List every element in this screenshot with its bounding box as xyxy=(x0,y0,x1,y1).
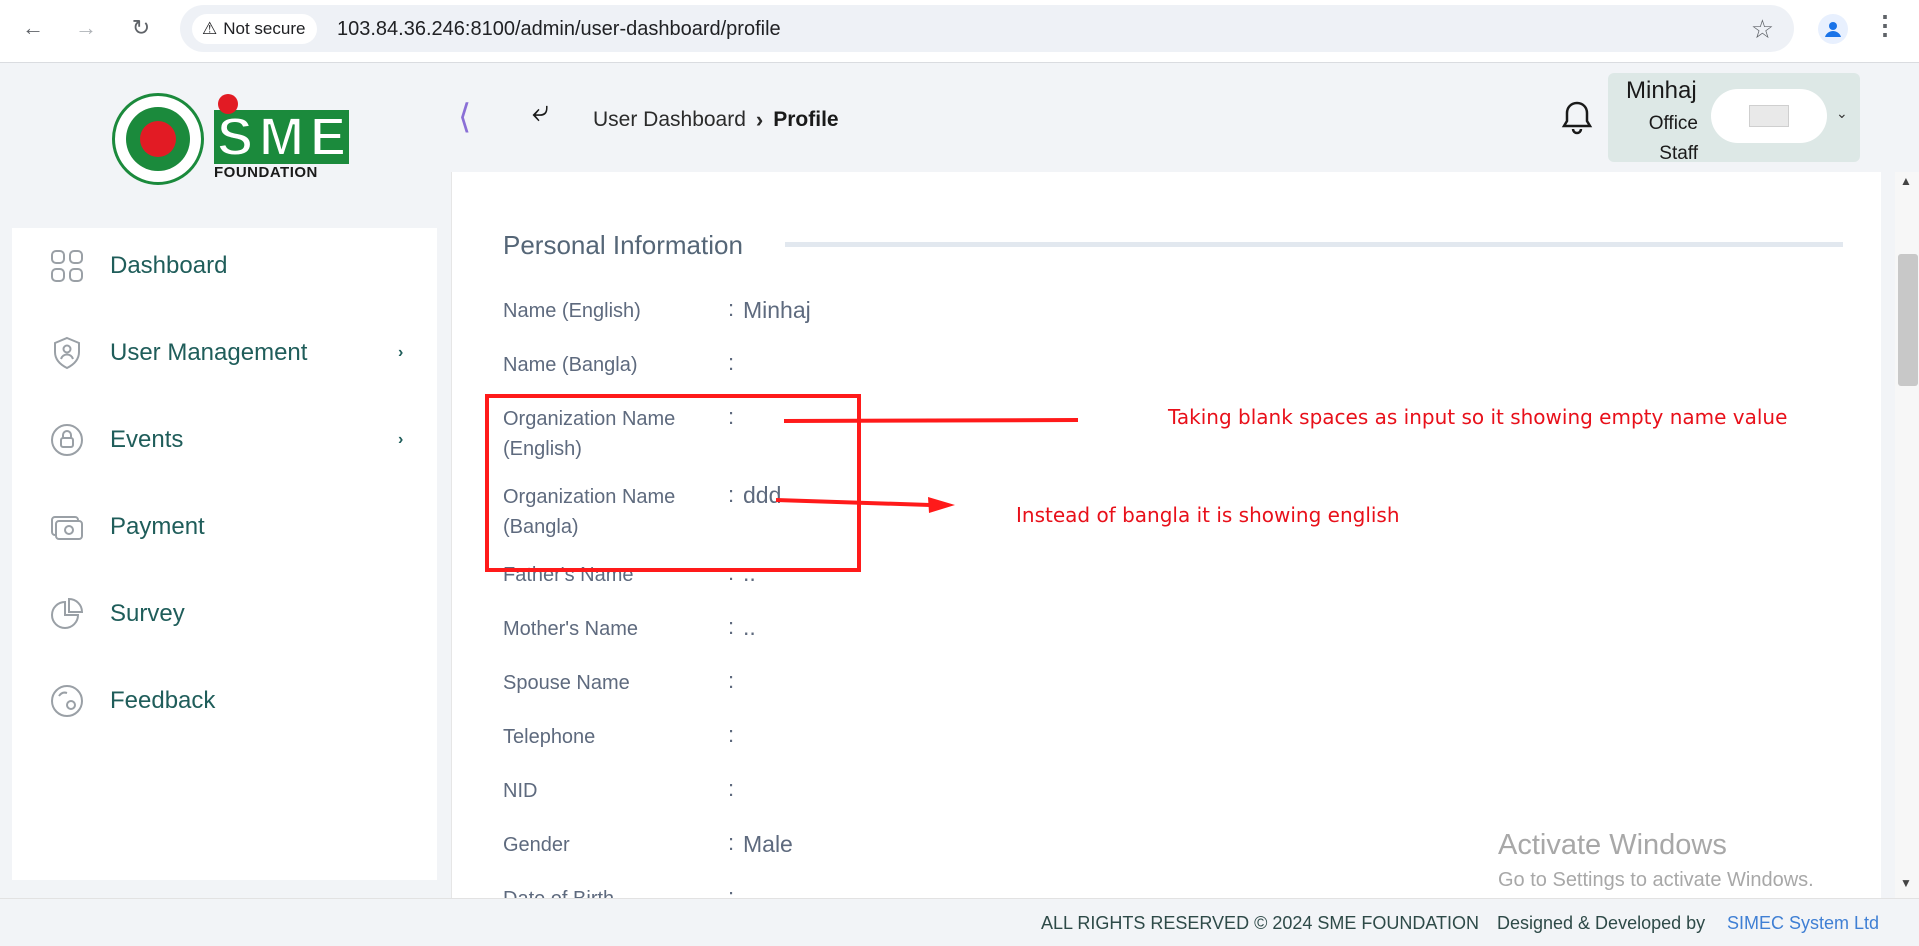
chevron-right-icon: › xyxy=(398,344,404,361)
sidebar-item-label: Feedback xyxy=(110,687,216,714)
scroll-up-arrow-icon[interactable]: ▲ xyxy=(1900,174,1912,188)
activate-windows-title: Activate Windows xyxy=(1498,829,1727,861)
lock-circle-icon xyxy=(50,423,84,457)
sidebar-item-label: Survey xyxy=(110,600,185,627)
warning-triangle-icon: ⚠ xyxy=(202,19,218,38)
shield-user-icon xyxy=(50,336,84,370)
info-separator: : xyxy=(728,350,735,375)
user-role-line1: Office xyxy=(1648,113,1698,134)
info-separator: : xyxy=(728,296,735,321)
security-label: Not secure xyxy=(223,19,306,38)
brand-letter-s: S xyxy=(214,109,257,165)
annotation-note-blank: Taking blank spaces as input so it showi… xyxy=(1168,405,1788,429)
info-value: .. xyxy=(743,614,756,640)
money-icon xyxy=(50,510,84,544)
info-value: Male xyxy=(743,831,793,857)
info-label: Mother's Name xyxy=(503,618,638,640)
info-separator: : xyxy=(728,884,735,898)
footer-copyright: ALL RIGHTS RESERVED © 2024 SME FOUNDATIO… xyxy=(1041,913,1480,933)
brand-letter-e: E xyxy=(307,109,350,165)
footer: ALL RIGHTS RESERVED © 2024 SME FOUNDATIO… xyxy=(0,898,1919,946)
info-label: Gender xyxy=(503,834,570,856)
app-header: S M E FOUNDATION ⟨ ⤶ User Dashboard › Pr… xyxy=(0,63,1919,185)
chevron-down-icon[interactable]: ⌄ xyxy=(1836,105,1848,122)
scrollbar-thumb[interactable] xyxy=(1898,254,1918,386)
bookmark-star-icon[interactable]: ☆ xyxy=(1751,14,1774,45)
grid-icon xyxy=(50,249,84,283)
section-divider xyxy=(785,242,1843,247)
url-text[interactable]: 103.84.36.246:8100/admin/user-dashboard/… xyxy=(337,18,781,41)
info-value: Minhaj xyxy=(743,297,811,323)
info-label: Date of Birth xyxy=(503,884,703,898)
notification-bell-icon[interactable] xyxy=(1561,100,1593,141)
footer-designed-by: Designed & Developed by xyxy=(1497,913,1706,933)
breadcrumb-profile: Profile xyxy=(773,108,839,131)
sidebar-item-events[interactable]: Events › xyxy=(12,410,437,470)
forward-arrow-icon[interactable]: → xyxy=(70,12,102,44)
info-separator: : xyxy=(728,614,735,639)
activate-windows-subtitle: Go to Settings to activate Windows. xyxy=(1498,869,1814,891)
undo-back-icon[interactable]: ⤶ xyxy=(532,95,549,129)
footer-company-link[interactable]: SIMEC System Ltd xyxy=(1727,913,1879,934)
info-label: NID xyxy=(503,780,538,802)
browser-toolbar: ← → ↻ ⚠ Not secure 103.84.36.246:8100/ad… xyxy=(0,0,1919,63)
feedback-icon xyxy=(50,684,84,718)
user-role-line2: Staff xyxy=(1659,143,1698,164)
section-title: Personal Information xyxy=(503,230,743,260)
breadcrumb-user-dashboard[interactable]: User Dashboard xyxy=(593,108,746,132)
logo[interactable]: S M E FOUNDATION xyxy=(112,93,350,185)
user-role: Office Staff xyxy=(1624,109,1698,169)
browser-profile-icon[interactable] xyxy=(1818,14,1848,44)
scroll-down-arrow-icon[interactable]: ▼ xyxy=(1900,876,1912,890)
chevron-right-icon: › xyxy=(398,431,404,448)
info-label: Telephone xyxy=(503,726,596,748)
sidebar-item-dashboard[interactable]: Dashboard xyxy=(12,236,437,296)
info-separator: : xyxy=(728,830,735,855)
info-label: Name (Bangla) xyxy=(503,354,638,376)
sme-foundation-logo: S M E FOUNDATION xyxy=(214,93,350,181)
user-name: Minhaj xyxy=(1626,77,1697,104)
info-separator: : xyxy=(728,668,735,693)
brand-subtitle: FOUNDATION xyxy=(214,163,318,181)
info-separator: : xyxy=(728,722,735,747)
info-label: Name (English) xyxy=(503,300,641,322)
pie-chart-icon xyxy=(50,597,84,631)
avatar[interactable] xyxy=(1711,89,1827,143)
annotation-note-bangla: Instead of bangla it is showing english xyxy=(1016,503,1400,527)
sidebar-item-feedback[interactable]: Feedback xyxy=(12,671,437,731)
sidebar-item-survey[interactable]: Survey xyxy=(12,584,437,644)
sidebar-item-user-management[interactable]: User Management › xyxy=(12,323,437,383)
sidebar-item-label: Dashboard xyxy=(110,252,228,279)
government-emblem-icon xyxy=(112,93,204,185)
info-label: Spouse Name xyxy=(503,672,630,694)
sidebar: Dashboard User Management › Events › Pay… xyxy=(12,228,437,880)
sidebar-item-payment[interactable]: Payment xyxy=(12,497,437,557)
sidebar-collapse-icon[interactable]: ⟨ xyxy=(458,97,471,137)
chevron-right-icon: › xyxy=(755,107,764,132)
brand-letter-m: M xyxy=(256,109,308,165)
breadcrumb: User Dashboard › Profile xyxy=(593,107,839,133)
user-menu[interactable]: Minhaj Office Staff ⌄ xyxy=(1608,73,1860,164)
back-arrow-icon[interactable]: ← xyxy=(17,12,49,44)
reload-icon[interactable]: ↻ xyxy=(125,12,157,44)
address-bar[interactable]: ⚠ Not secure 103.84.36.246:8100/admin/us… xyxy=(180,5,1794,52)
sidebar-item-label: Payment xyxy=(110,513,205,540)
sidebar-item-label: Events xyxy=(110,426,184,453)
info-separator: : xyxy=(728,776,735,801)
annotation-highlight-box xyxy=(485,394,861,572)
browser-menu-icon[interactable]: ⋮ xyxy=(1872,10,1898,41)
security-chip[interactable]: ⚠ Not secure xyxy=(192,14,318,44)
sidebar-item-label: User Management xyxy=(110,339,308,366)
